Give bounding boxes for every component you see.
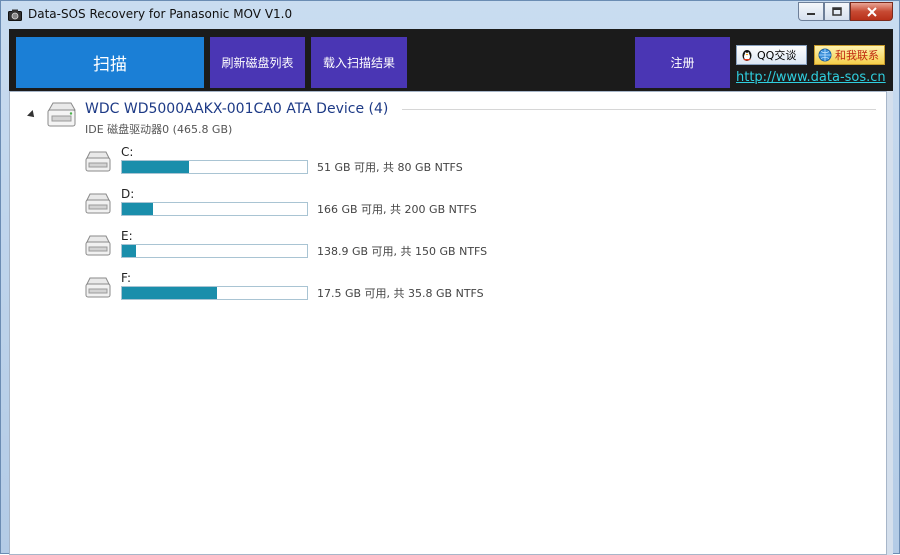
qq-chat-button[interactable]: QQ交谈: [736, 45, 807, 65]
load-scan-results-button[interactable]: 载入扫描结果: [311, 37, 407, 88]
drive-icon: [85, 235, 111, 256]
toolbar: 扫描 刷新磁盘列表 载入扫描结果 注册 QQ交谈 和我联系 http://www…: [9, 29, 893, 91]
device-name[interactable]: WDC WD5000AAKX-001CA0 ATA Device (4): [85, 101, 388, 117]
website-link[interactable]: http://www.data-sos.cn: [736, 70, 886, 85]
right-frame-strip: [887, 91, 893, 555]
volume-info: 17.5 GB 可用, 共 35.8 GB NTFS: [317, 287, 484, 300]
device-divider: [402, 109, 876, 110]
drive-icon: [85, 277, 111, 298]
volume-usage-bar: [121, 286, 308, 300]
volume-info: 138.9 GB 可用, 共 150 GB NTFS: [317, 245, 488, 258]
camera-icon: [8, 9, 22, 21]
volume-usage-fill: [122, 245, 136, 257]
close-button[interactable]: [850, 2, 893, 21]
volume-letter: D:: [121, 187, 135, 201]
close-icon: [866, 6, 877, 17]
register-button[interactable]: 注册: [635, 37, 730, 88]
volume-letter: C:: [121, 145, 134, 159]
window-title: Data-SOS Recovery for Panasonic MOV V1.0: [28, 7, 293, 21]
volume-item-c[interactable]: C: 51 GB 可用, 共 80 GB NTFS: [84, 142, 504, 182]
disk-list-panel: WDC WD5000AAKX-001CA0 ATA Device (4) IDE…: [9, 91, 887, 555]
volume-usage-fill: [122, 287, 217, 299]
refresh-disk-list-button[interactable]: 刷新磁盘列表: [210, 37, 305, 88]
volume-usage-bar: [121, 202, 308, 216]
collapse-toggle-icon[interactable]: [27, 110, 37, 120]
hard-drive-icon: [47, 102, 76, 127]
contact-me-button[interactable]: 和我联系: [814, 45, 885, 65]
volume-letter: E:: [121, 229, 133, 243]
volume-usage-fill: [122, 203, 154, 215]
maximize-icon: [832, 7, 842, 16]
device-subtitle: IDE 磁盘驱动器0 (465.8 GB): [85, 123, 233, 136]
globe-icon: [818, 48, 832, 62]
qq-chat-label: QQ交谈: [757, 49, 797, 62]
volume-letter: F:: [121, 271, 132, 285]
volume-info: 166 GB 可用, 共 200 GB NTFS: [317, 203, 477, 216]
qq-penguin-icon: [742, 50, 752, 61]
volume-item-f[interactable]: F: 17.5 GB 可用, 共 35.8 GB NTFS: [84, 268, 504, 308]
minimize-button[interactable]: [798, 2, 824, 21]
drive-icon: [85, 151, 111, 172]
volume-usage-fill: [122, 161, 190, 173]
minimize-icon: [807, 12, 815, 15]
volume-usage-bar: [121, 160, 308, 174]
volume-info: 51 GB 可用, 共 80 GB NTFS: [317, 161, 463, 174]
contact-me-label: 和我联系: [835, 49, 879, 62]
scan-button[interactable]: 扫描: [16, 37, 204, 88]
volume-item-d[interactable]: D: 166 GB 可用, 共 200 GB NTFS: [84, 184, 504, 224]
volume-item-e[interactable]: E: 138.9 GB 可用, 共 150 GB NTFS: [84, 226, 504, 266]
maximize-button[interactable]: [824, 2, 850, 21]
drive-icon: [85, 193, 111, 214]
app-window: Data-SOS Recovery for Panasonic MOV V1.0…: [0, 0, 900, 555]
volume-usage-bar: [121, 244, 308, 258]
title-bar[interactable]: Data-SOS Recovery for Panasonic MOV V1.0: [1, 1, 899, 29]
